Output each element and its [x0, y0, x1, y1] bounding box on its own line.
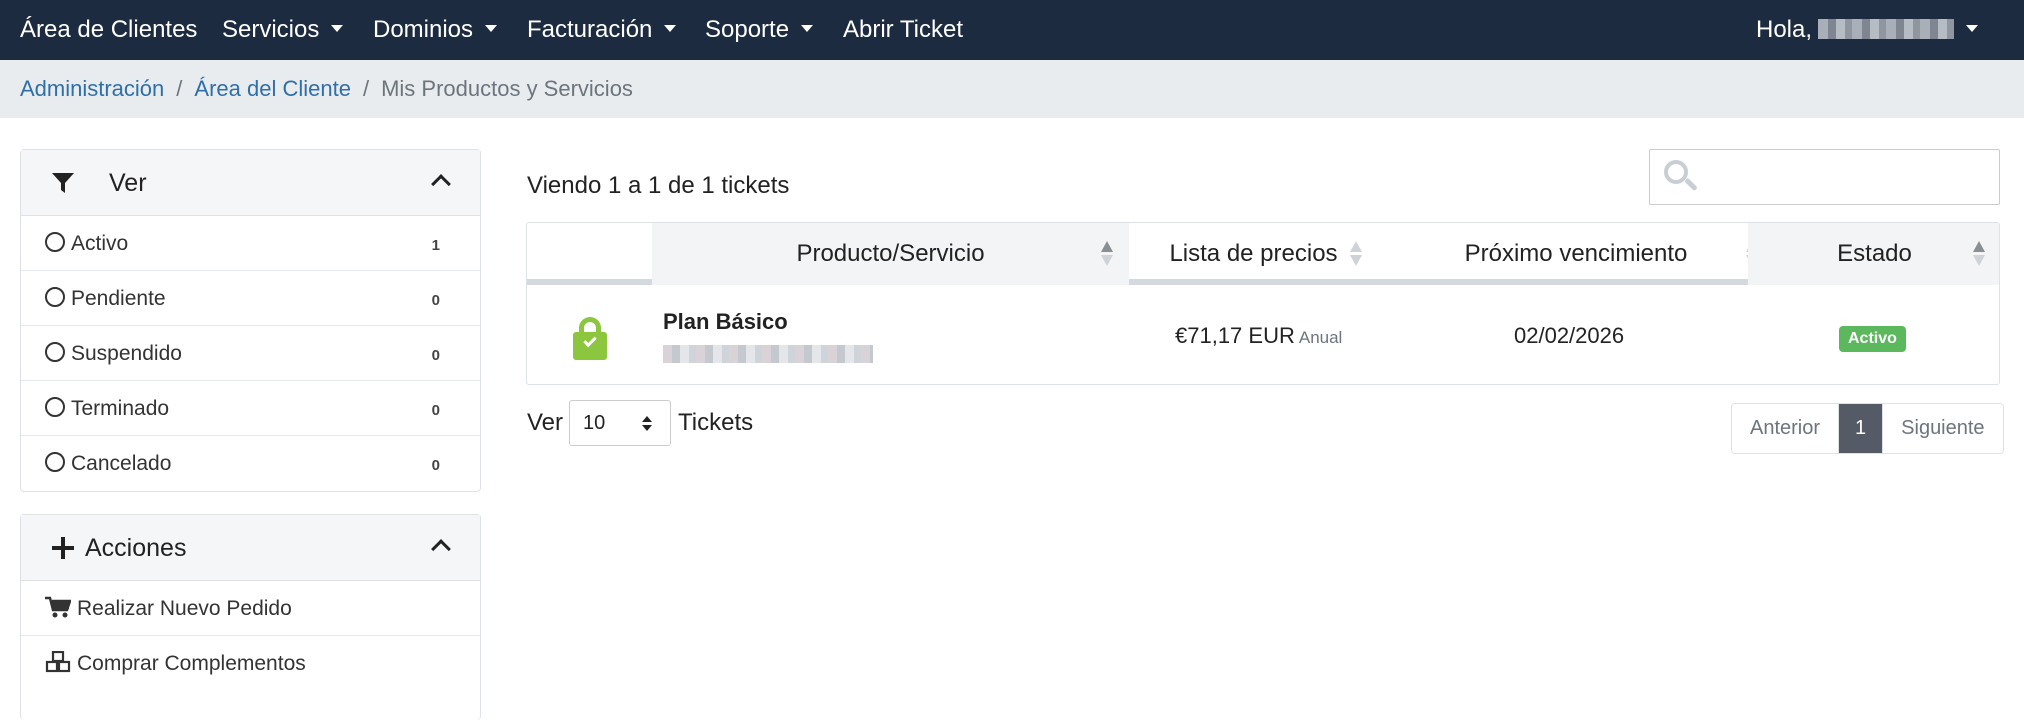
filter-panel-header[interactable]: Ver [21, 150, 480, 216]
pagination-page-current[interactable]: 1 [1838, 404, 1883, 453]
header-label: Próximo vencimiento [1464, 240, 1688, 267]
filter-item-label: Pendiente [71, 287, 166, 310]
chevron-up-icon[interactable] [431, 539, 451, 559]
select-arrows-icon [642, 416, 652, 422]
user-menu-dropdown[interactable]: Hola, [1756, 0, 1979, 60]
filter-item-label: Cancelado [71, 452, 172, 475]
caret-down-icon [664, 25, 677, 33]
pagination-next[interactable]: Siguiente [1882, 404, 2003, 453]
product-price: €71,17 EUR Anual [1175, 323, 1342, 349]
per-page-suffix: Tickets [678, 409, 754, 436]
filter-item-activo[interactable]: Activo 1 [21, 216, 480, 271]
plus-icon [52, 537, 74, 559]
nav-dominios-label: Dominios [373, 16, 474, 43]
action-buy-addons-label: Comprar Complementos [77, 652, 306, 675]
cubes-icon [45, 651, 71, 673]
header-label: Producto/Servicio [796, 240, 985, 267]
filter-item-count: 1 [431, 237, 440, 254]
actions-panel-title: Acciones [85, 534, 187, 562]
nav-facturacion-dropdown[interactable]: Facturación [527, 0, 677, 60]
filter-panel: Ver Activo 1 Pendiente 0 Suspendido 0 Te… [20, 149, 481, 492]
filter-item-count: 0 [431, 457, 440, 474]
breadcrumb-link-administracion[interactable]: Administración [20, 76, 164, 101]
header-icon-column [527, 223, 652, 285]
select-arrows-icon [642, 425, 652, 431]
nav-servicios-label: Servicios [222, 16, 320, 43]
sort-icon [1101, 241, 1113, 267]
nav-brand-link[interactable]: Área de Clientes [20, 0, 197, 60]
table-info-text: Viendo 1 a 1 de 1 tickets [527, 172, 790, 199]
per-page-value: 10 [583, 412, 606, 434]
radio-circle-icon [45, 232, 65, 253]
table-search-input[interactable] [1710, 158, 1990, 196]
breadcrumb-separator: / [176, 76, 183, 101]
next-due-date: 02/02/2026 [1514, 323, 1625, 348]
cart-icon [45, 597, 72, 618]
header-producto-servicio[interactable]: Producto/Servicio [652, 223, 1129, 285]
header-estado[interactable]: Estado [1748, 223, 1999, 285]
filter-item-pendiente[interactable]: Pendiente 0 [21, 271, 480, 326]
header-label: Estado [1837, 240, 1912, 267]
filter-item-label: Terminado [71, 397, 170, 420]
lock-check-icon [573, 317, 607, 361]
actions-panel: Acciones Realizar Nuevo Pedido Comprar C… [20, 514, 481, 720]
filter-panel-title: Ver [109, 169, 147, 197]
redacted-username [1818, 18, 1955, 39]
table-row[interactable]: Plan Básico €71,17 EUR Anual 02/02/2026 A… [527, 291, 1999, 384]
breadcrumb-current: Mis Productos y Servicios [381, 76, 633, 101]
breadcrumb-link-area-cliente[interactable]: Área del Cliente [194, 76, 351, 101]
user-greeting: Hola, [1756, 16, 1813, 43]
per-page-select[interactable]: 10 [569, 400, 671, 446]
services-table: Producto/Servicio Lista de precios Próxi… [526, 222, 2000, 385]
search-icon [1664, 160, 1698, 192]
sort-icon [1350, 241, 1362, 267]
product-name: Plan Básico [663, 309, 788, 334]
filter-item-terminado[interactable]: Terminado 0 [21, 381, 480, 436]
pagination-previous[interactable]: Anterior [1732, 404, 1839, 453]
radio-circle-icon [45, 397, 65, 418]
status-badge: Activo [1839, 326, 1906, 352]
filter-item-count: 0 [431, 402, 440, 419]
header-label: Lista de precios [1169, 240, 1338, 267]
radio-circle-icon [45, 342, 65, 363]
nav-facturacion-label: Facturación [527, 16, 653, 43]
nav-servicios-dropdown[interactable]: Servicios [222, 0, 344, 60]
billing-cycle: Anual [1298, 328, 1343, 347]
caret-down-icon [1966, 25, 1979, 33]
nav-soporte-dropdown[interactable]: Soporte [705, 0, 814, 60]
action-new-order-label: Realizar Nuevo Pedido [77, 597, 292, 620]
redacted-domain [663, 345, 873, 363]
breadcrumb-separator: / [362, 76, 370, 101]
header-proximo-vencimiento[interactable]: Próximo vencimiento [1378, 223, 1774, 285]
filter-icon [52, 173, 74, 193]
table-header: Producto/Servicio Lista de precios Próxi… [527, 223, 1999, 285]
table-search-box[interactable] [1649, 149, 2000, 205]
radio-circle-icon [45, 452, 65, 473]
nav-soporte-label: Soporte [705, 16, 790, 43]
action-buy-addons-link[interactable]: Comprar Complementos [21, 636, 480, 691]
per-page-label: Ver [527, 409, 564, 436]
chevron-up-icon[interactable] [431, 174, 451, 194]
header-lista-precios[interactable]: Lista de precios [1129, 223, 1378, 285]
sort-icon [1973, 241, 1985, 267]
action-new-order-link[interactable]: Realizar Nuevo Pedido [21, 581, 480, 636]
top-navbar: Área de Clientes Servicios Dominios Fact… [0, 0, 2024, 60]
pagination: Anterior 1 Siguiente [1731, 403, 2004, 454]
filter-item-suspendido[interactable]: Suspendido 0 [21, 326, 480, 381]
caret-down-icon [331, 25, 344, 33]
radio-circle-icon [45, 287, 65, 308]
filter-item-count: 0 [431, 347, 440, 364]
price-amount: €71,17 EUR [1175, 323, 1295, 348]
filter-item-count: 0 [431, 292, 440, 309]
caret-down-icon [485, 25, 498, 33]
nav-abrir-ticket-link[interactable]: Abrir Ticket [843, 0, 963, 60]
filter-item-cancelado[interactable]: Cancelado 0 [21, 436, 480, 491]
actions-panel-header[interactable]: Acciones [21, 515, 480, 581]
breadcrumb: Administración / Área del Cliente / Mis Prod… [0, 60, 2024, 118]
filter-item-label: Suspendido [71, 342, 182, 365]
caret-down-icon [801, 25, 814, 33]
nav-dominios-dropdown[interactable]: Dominios [373, 0, 498, 60]
filter-item-label: Activo [71, 232, 129, 255]
